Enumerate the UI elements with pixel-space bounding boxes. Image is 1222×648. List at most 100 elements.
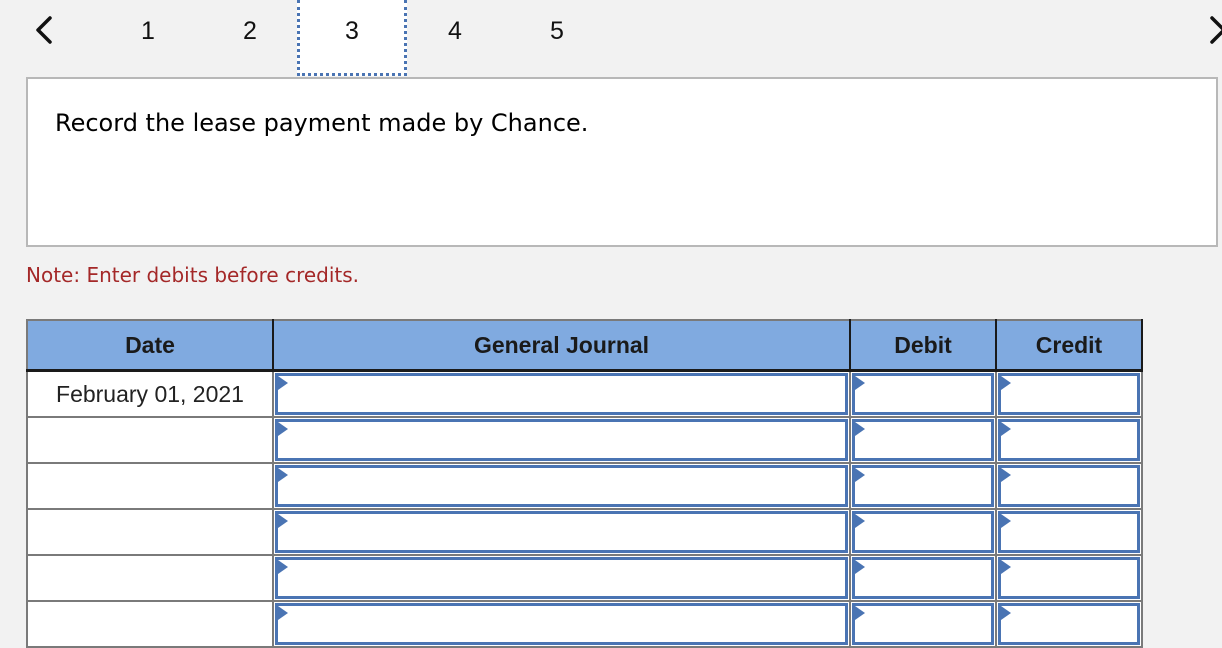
account-input[interactable] xyxy=(278,422,845,458)
debit-input[interactable] xyxy=(855,560,991,596)
debit-input[interactable] xyxy=(855,514,991,550)
account-input[interactable] xyxy=(278,560,845,596)
credit-input-wrapper xyxy=(998,557,1140,599)
debit-input-wrapper xyxy=(852,465,994,507)
cell-flag-icon xyxy=(1001,468,1011,482)
account-input[interactable] xyxy=(278,606,845,642)
debit-input-wrapper xyxy=(852,603,994,645)
chevron-left-icon xyxy=(36,16,52,44)
credit-input-wrapper xyxy=(998,465,1140,507)
cell-flag-icon xyxy=(278,422,288,436)
account-cell xyxy=(272,416,851,464)
credit-input-wrapper xyxy=(998,419,1140,461)
credit-cell xyxy=(995,462,1143,510)
credit-input[interactable] xyxy=(1001,376,1137,412)
debit-input[interactable] xyxy=(855,606,991,642)
cell-flag-icon xyxy=(855,376,865,390)
credit-input-wrapper xyxy=(998,373,1140,415)
debit-cell xyxy=(849,554,997,602)
cell-flag-icon xyxy=(1001,560,1011,574)
question-box: Record the lease payment made by Chance. xyxy=(26,77,1218,247)
date-cell xyxy=(26,416,274,464)
date-cell xyxy=(26,600,274,648)
debit-input[interactable] xyxy=(855,376,991,412)
credit-input[interactable] xyxy=(1001,606,1137,642)
credit-input-wrapper xyxy=(998,603,1140,645)
account-cell xyxy=(272,600,851,648)
date-cell xyxy=(26,554,274,602)
cell-flag-icon xyxy=(278,468,288,482)
account-input[interactable] xyxy=(278,376,845,412)
debit-cell xyxy=(849,462,997,510)
debit-input-wrapper xyxy=(852,557,994,599)
account-input-wrapper xyxy=(275,511,848,553)
account-cell xyxy=(272,554,851,602)
prev-button[interactable] xyxy=(30,12,60,48)
date-cell xyxy=(26,462,274,510)
tab-5[interactable]: 5 xyxy=(537,0,577,62)
cell-flag-icon xyxy=(1001,514,1011,528)
debit-input-wrapper xyxy=(852,419,994,461)
account-cell xyxy=(272,462,851,510)
debit-input[interactable] xyxy=(855,468,991,504)
journal-row xyxy=(26,554,1143,602)
account-input-wrapper xyxy=(275,373,848,415)
cell-flag-icon xyxy=(855,560,865,574)
cell-flag-icon xyxy=(855,468,865,482)
journal-row xyxy=(26,416,1143,464)
journal-header-row: Date General Journal Debit Credit xyxy=(26,319,1143,372)
account-input-wrapper xyxy=(275,465,848,507)
cell-flag-icon xyxy=(278,514,288,528)
credit-input[interactable] xyxy=(1001,468,1137,504)
journal-row xyxy=(26,508,1143,556)
credit-cell xyxy=(995,554,1143,602)
cell-flag-icon xyxy=(855,606,865,620)
debit-input-wrapper xyxy=(852,373,994,415)
account-input-wrapper xyxy=(275,603,848,645)
debit-cell xyxy=(849,416,997,464)
account-input[interactable] xyxy=(278,468,845,504)
tab-1[interactable]: 1 xyxy=(128,0,168,62)
credit-input[interactable] xyxy=(1001,560,1137,596)
credit-input-wrapper xyxy=(998,511,1140,553)
journal-table: Date General Journal Debit Credit Februa… xyxy=(26,319,1143,648)
credit-input[interactable] xyxy=(1001,422,1137,458)
tab-4[interactable]: 4 xyxy=(435,0,475,62)
header-general-journal: General Journal xyxy=(272,319,851,372)
date-cell xyxy=(26,508,274,556)
header-debit: Debit xyxy=(849,319,997,372)
cell-flag-icon xyxy=(855,514,865,528)
next-button[interactable] xyxy=(1206,12,1222,48)
cell-flag-icon xyxy=(278,560,288,574)
credit-input[interactable] xyxy=(1001,514,1137,550)
credit-cell xyxy=(995,600,1143,648)
tab-2[interactable]: 2 xyxy=(230,0,270,62)
account-input[interactable] xyxy=(278,514,845,550)
account-input-wrapper xyxy=(275,419,848,461)
account-cell xyxy=(272,369,851,418)
header-credit: Credit xyxy=(995,319,1143,372)
instruction-note: Note: Enter debits before credits. xyxy=(26,263,360,287)
debit-cell xyxy=(849,508,997,556)
journal-row: February 01, 2021 xyxy=(26,369,1143,418)
credit-cell xyxy=(995,416,1143,464)
journal-row xyxy=(26,462,1143,510)
cell-flag-icon xyxy=(278,376,288,390)
credit-cell xyxy=(995,508,1143,556)
cell-flag-icon xyxy=(1001,606,1011,620)
header-date: Date xyxy=(26,319,274,372)
debit-input-wrapper xyxy=(852,511,994,553)
cell-flag-icon xyxy=(278,606,288,620)
account-cell xyxy=(272,508,851,556)
cell-flag-icon xyxy=(1001,422,1011,436)
debit-cell xyxy=(849,600,997,648)
credit-cell xyxy=(995,369,1143,418)
cell-flag-icon xyxy=(1001,376,1011,390)
tab-3[interactable]: 3 xyxy=(297,0,407,76)
debit-cell xyxy=(849,369,997,418)
account-input-wrapper xyxy=(275,557,848,599)
question-text: Record the lease payment made by Chance. xyxy=(55,109,589,137)
chevron-right-icon xyxy=(1210,16,1222,44)
debit-input[interactable] xyxy=(855,422,991,458)
cell-flag-icon xyxy=(855,422,865,436)
